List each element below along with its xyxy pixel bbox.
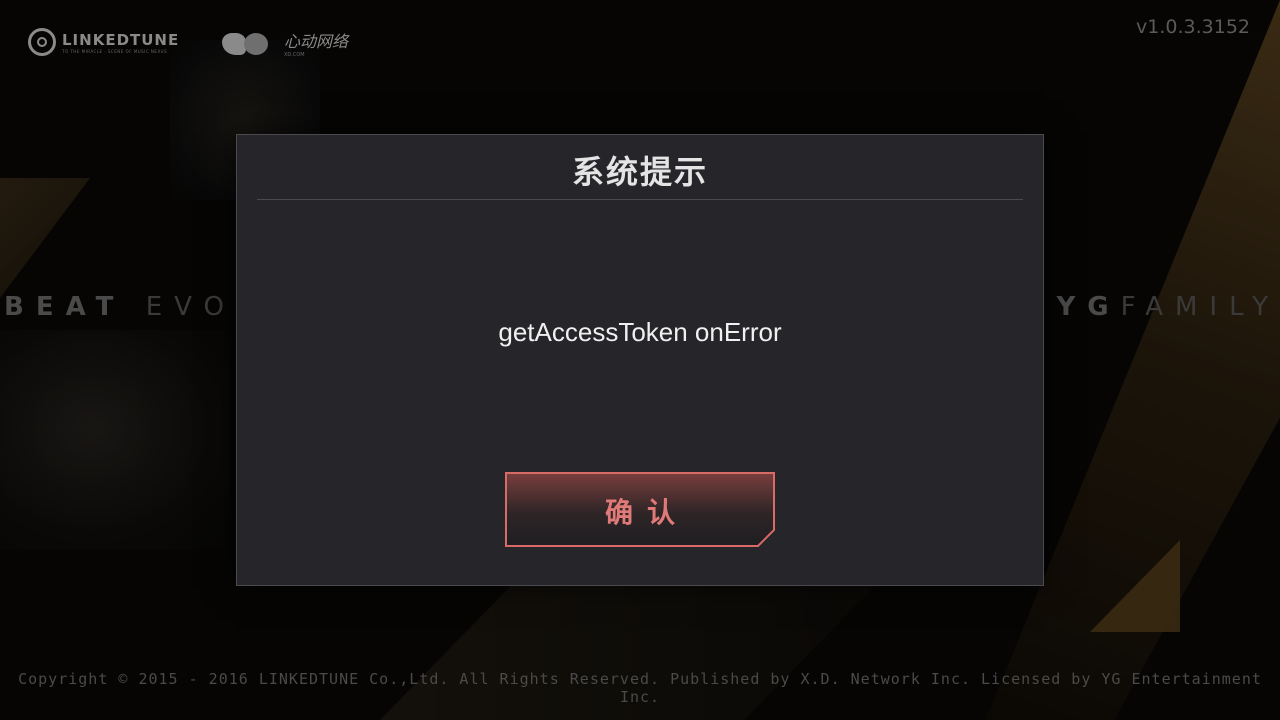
confirm-button-label: 确认	[604, 496, 689, 529]
linkedtune-logo: LINKEDTUNE TO THE MIRACLE · SCENE OF MUS…	[28, 28, 179, 56]
beat-evo-banner-light: EVO	[145, 292, 236, 322]
xd-logo-text: 心动网络	[284, 32, 349, 51]
yg-family-banner-light: FAMILY	[1120, 292, 1280, 322]
beat-evo-banner-strong: BEAT	[4, 292, 126, 322]
linkedtune-logo-text: LINKEDTUNE	[62, 30, 180, 49]
xd-logo-icon	[222, 29, 278, 57]
system-alert-dialog: 系统提示 getAccessToken onError 确认	[236, 134, 1044, 586]
yg-family-banner: YGFAMILY	[1056, 292, 1280, 322]
xd-logo-subtext: XD.COM	[284, 52, 305, 58]
dialog-divider	[257, 199, 1023, 200]
confirm-button[interactable]: 确认	[505, 472, 775, 547]
beat-evo-banner: BEAT EVO	[4, 292, 236, 322]
linkedtune-logo-subtext: TO THE MIRACLE · SCENE OF MUSIC NEXUS	[62, 48, 168, 54]
xd-logo: 心动网络 XD.COM	[222, 28, 348, 58]
copyright-text: Copyright © 2015 - 2016 LINKEDTUNE Co.,L…	[18, 670, 1262, 706]
dialog-title: 系统提示	[571, 153, 708, 191]
dialog-message: getAccessToken onError	[498, 317, 782, 347]
linkedtune-logo-icon	[28, 28, 56, 56]
yg-family-banner-strong: YG	[1056, 292, 1121, 322]
version-label: v1.0.3.3152	[1136, 16, 1250, 38]
